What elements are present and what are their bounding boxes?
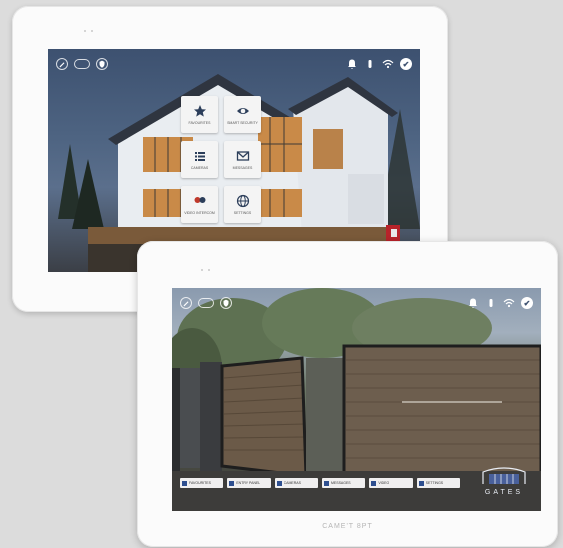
tile-label: SETTINGS [233,211,252,215]
tab-label: ENTRY PANEL [236,481,261,485]
tab-icon [182,480,187,486]
tab-label: SETTINGS [425,481,444,485]
rec-pill-icon[interactable] [74,59,90,69]
mail-icon [236,151,249,161]
tab-cameras[interactable]: CAMERAS [274,478,318,488]
tab-icon [323,480,329,486]
tab-label: CAMERAS [283,481,301,485]
camera-dots [201,269,210,271]
gates-logo-text: GATES [484,489,524,496]
wifi-icon[interactable] [382,58,394,70]
tab-icon [418,480,424,486]
tab-label: VIDEO [378,481,390,485]
lock-icon[interactable] [485,297,497,309]
tile-label: SMART SECURITY [227,121,258,125]
wifi-icon[interactable] [503,297,515,309]
tile-label: CAMERAS [190,166,209,170]
bottom-tab-bar: FAVOURITES ENTRY PANEL CAMERAS MESSAGES … [180,478,460,490]
shield-icon[interactable] [220,297,232,309]
tab-settings[interactable]: SETTINGS [416,478,460,488]
tile-favourites[interactable]: FAVOURITES [181,96,218,133]
people-icon [194,197,205,203]
edit-icon[interactable] [56,58,68,70]
tile-label: FAVOURITES [188,121,211,125]
status-bar: ✔ [180,296,533,310]
tile-cameras[interactable]: CAMERAS [181,141,218,178]
gates-logo: GATES [477,462,531,496]
list-icon [194,152,205,161]
gates-logo-mark [482,467,526,484]
bell-icon[interactable] [346,58,358,70]
main-menu: FAVOURITES SMART SECURITY CAMERAS MESSAG… [181,96,261,223]
status-bar: ✔ [56,57,412,71]
tile-video-intercom[interactable]: VIDEO INTERCOM [181,186,218,223]
lock-icon[interactable] [364,58,376,70]
globe-icon [236,194,249,208]
edit-icon[interactable] [180,297,192,309]
tile-messages[interactable]: MESSAGES [224,141,261,178]
tab-messages[interactable]: MESSAGES [321,478,366,488]
tab-icon [229,480,235,486]
bell-icon[interactable] [467,297,479,309]
brand-caption: CAME'T 8PT [322,523,373,530]
tab-video[interactable]: VIDEO [369,478,413,488]
tile-settings[interactable]: SETTINGS [224,186,261,223]
tile-label: MESSAGES [232,166,253,170]
tile-label: VIDEO INTERCOM [184,211,215,215]
tab-favourites[interactable]: FAVOURITES [180,478,224,488]
tab-label: MESSAGES [330,481,351,485]
shield-icon[interactable] [96,58,108,70]
star-icon [193,105,206,117]
tab-icon [276,480,282,486]
tab-entry-panel[interactable]: ENTRY PANEL [227,478,271,488]
touch-panel-bottom: ✔ FAVOURITES ENTRY PANEL CAMERAS MESSAGE… [137,241,558,547]
camera-dots [84,30,93,32]
gate-camera-screen: ✔ FAVOURITES ENTRY PANEL CAMERAS MESSAGE… [172,288,541,511]
tile-smart-security[interactable]: SMART SECURITY [224,96,261,133]
check-icon[interactable]: ✔ [521,297,533,309]
rec-pill-icon[interactable] [198,298,214,308]
tab-icon [371,480,377,486]
home-screen: ✔ FAVOURITES SMART SECURITY CAMERAS MESS… [48,49,420,272]
eye-icon [236,108,249,114]
tab-label: FAVOURITES [189,481,211,485]
product-scene: ✔ FAVOURITES SMART SECURITY CAMERAS MESS… [0,0,563,548]
check-icon[interactable]: ✔ [400,58,412,70]
